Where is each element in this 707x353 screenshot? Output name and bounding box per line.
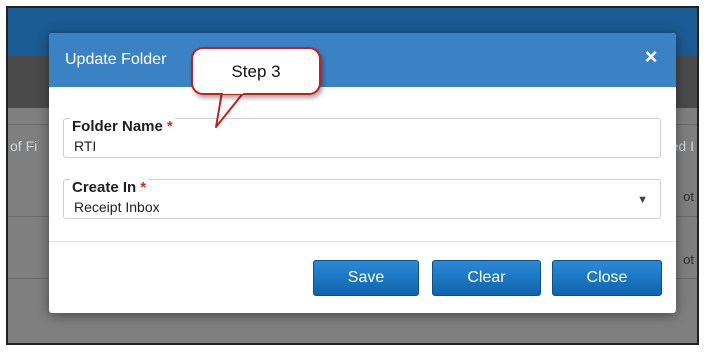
close-icon[interactable]: × <box>640 46 662 68</box>
folder-name-input[interactable]: RTI <box>74 138 96 154</box>
folder-name-label: Folder Name * <box>70 118 175 135</box>
save-button[interactable]: Save <box>313 260 419 296</box>
close-button[interactable]: Close <box>552 260 662 296</box>
dialog-header: Update Folder × <box>49 33 676 87</box>
create-in-selected-value[interactable]: Receipt Inbox <box>74 199 160 215</box>
required-marker: * <box>140 179 147 196</box>
create-in-select[interactable]: Create In * Receipt Inbox ▼ <box>63 179 661 219</box>
folder-name-field[interactable]: Folder Name * RTI <box>63 118 661 158</box>
dialog-footer-divider <box>49 241 676 242</box>
dialog-title: Update Folder <box>65 51 167 68</box>
step-callout: Step 3 <box>191 47 321 95</box>
required-marker: * <box>166 118 173 135</box>
update-folder-dialog: Update Folder × Folder Name * RTI Create … <box>49 33 676 313</box>
create-in-label: Create In * <box>70 179 149 196</box>
background-column-header-left: of Fi <box>10 138 38 154</box>
background-cell-text: ot <box>683 252 694 267</box>
chevron-down-icon[interactable]: ▼ <box>637 194 648 206</box>
background-cell-text: ot <box>683 189 694 204</box>
callout-text: Step 3 <box>231 62 281 81</box>
clear-button[interactable]: Clear <box>432 260 541 296</box>
